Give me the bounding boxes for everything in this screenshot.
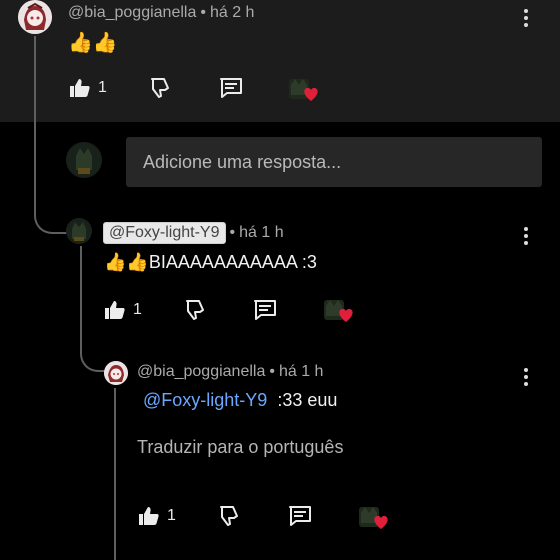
reply-comment-icon: [254, 300, 276, 320]
reply-comment-icon: [220, 78, 242, 98]
avatar-anime-girl-icon: [104, 361, 128, 385]
reply-input-box[interactable]: [126, 137, 542, 187]
like-count: 1: [98, 79, 107, 96]
more-vert-icon[interactable]: [523, 9, 529, 29]
comment-text: 👍👍BIAAAAAAAAAAA :3: [104, 252, 317, 272]
like-button[interactable]: 1: [103, 298, 142, 322]
meta-separator: •: [200, 4, 206, 21]
avatar-dark-figure-icon: [66, 142, 102, 178]
comment-author[interactable]: @bia_poggianella: [137, 363, 265, 380]
creator-heart-badge: [359, 505, 389, 531]
comment-text: :33 euu: [277, 390, 338, 410]
comment-author[interactable]: @bia_poggianella: [68, 4, 196, 21]
thread-line-reply: [80, 246, 82, 350]
comment-meta: @bia_poggianella • há 2 h: [68, 4, 254, 22]
like-button[interactable]: 1: [137, 504, 176, 528]
comment-meta: @bia_poggianella • há 1 h: [137, 363, 323, 381]
avatar-dark-figure-icon: [66, 218, 92, 244]
comment-time: há 1 h: [278, 363, 324, 380]
comment-text-line: @Foxy-light-Y9 :33 euu: [143, 390, 337, 411]
thread-line-reply-curve: [80, 340, 106, 372]
creator-heart-badge: [324, 298, 354, 324]
translate-button[interactable]: Traduzir para o português: [137, 437, 343, 458]
reply-button[interactable]: [218, 76, 244, 100]
reply-comment-icon: [289, 506, 311, 526]
comment-meta: @Foxy-light-Y9 • há 1 h: [103, 222, 284, 244]
meta-separator: •: [269, 363, 275, 380]
reply-input[interactable]: [126, 137, 542, 187]
avatar-anime-girl-icon: [18, 0, 52, 34]
dislike-button[interactable]: [217, 504, 241, 528]
more-vert-icon[interactable]: [523, 227, 529, 247]
mention-link[interactable]: @Foxy-light-Y9: [143, 390, 267, 410]
thumb-down-icon: [186, 300, 204, 320]
comment-text: 👍👍: [68, 32, 118, 54]
creator-heart-icon: [289, 79, 318, 101]
dislike-button[interactable]: [148, 76, 172, 100]
reply-button[interactable]: [252, 298, 278, 322]
creator-heart-icon: [359, 507, 388, 529]
thread-line-nested: [114, 388, 116, 560]
avatar[interactable]: [66, 218, 92, 244]
creator-heart-badge: [289, 77, 319, 103]
avatar[interactable]: [18, 0, 52, 34]
thumb-up-icon: [105, 301, 125, 319]
like-button[interactable]: 1: [68, 76, 107, 100]
dislike-button[interactable]: [183, 298, 207, 322]
thumb-up-icon: [139, 507, 159, 525]
comment-time: há 1 h: [239, 224, 284, 241]
more-vert-icon[interactable]: [523, 368, 529, 388]
like-count: 1: [133, 301, 142, 318]
reply-button[interactable]: [287, 504, 313, 528]
like-count: 1: [167, 507, 176, 524]
thumb-down-icon: [220, 506, 238, 526]
avatar: [66, 142, 102, 178]
comment-author-chip[interactable]: @Foxy-light-Y9: [103, 222, 226, 244]
thumb-down-icon: [151, 78, 169, 98]
comment-time: há 2 h: [209, 4, 255, 21]
thread-line-main: [34, 36, 36, 214]
meta-separator: •: [229, 224, 236, 241]
creator-heart-icon: [324, 300, 353, 322]
thumb-up-icon: [70, 79, 90, 97]
avatar[interactable]: [104, 361, 128, 385]
